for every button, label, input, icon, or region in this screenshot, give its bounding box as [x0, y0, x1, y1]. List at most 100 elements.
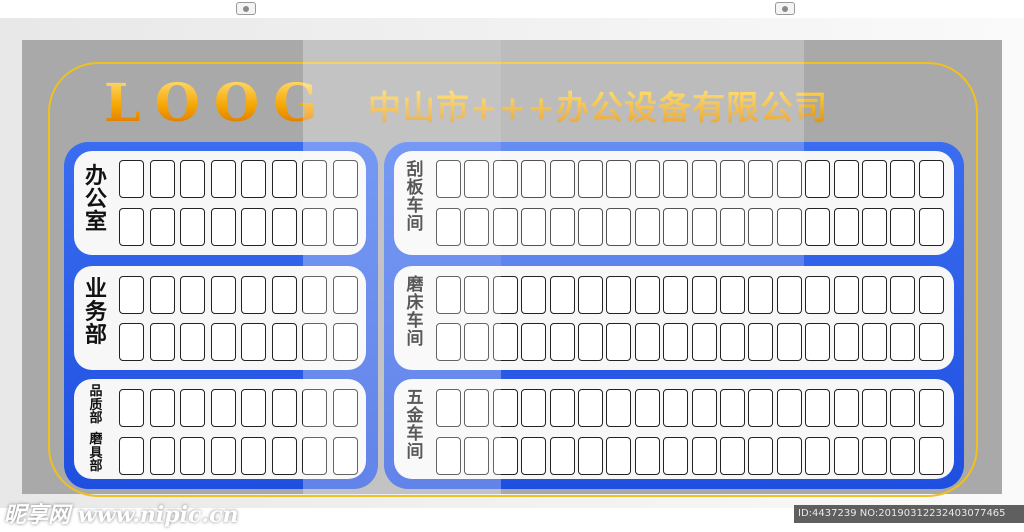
watermark: 昵享网 www.nipic.cn — [4, 502, 239, 528]
card-slot — [606, 208, 632, 246]
card-slot — [332, 160, 358, 198]
card-slot — [332, 437, 358, 475]
card-slot — [918, 437, 944, 475]
card-slot — [578, 208, 603, 246]
card-slot — [302, 208, 327, 246]
card-slot — [149, 208, 175, 246]
card-slot — [890, 208, 916, 246]
row-label-office: 办公室 — [84, 163, 107, 236]
card-slot — [691, 437, 717, 475]
image-id-strip: ID:4437239 NO:20190312232403077465 — [794, 505, 1024, 523]
card-slot — [302, 276, 327, 314]
card-slot — [241, 208, 266, 246]
card-slot — [634, 276, 660, 314]
card-slot — [210, 160, 236, 198]
card-slot — [691, 276, 717, 314]
card-slot — [776, 276, 802, 314]
card-slot — [302, 389, 327, 427]
card-slot — [436, 389, 461, 427]
card-slot — [691, 160, 717, 198]
hanging-hole-left — [236, 2, 256, 15]
card-slot — [210, 437, 236, 475]
card-slot — [464, 160, 490, 198]
card-slot — [149, 389, 175, 427]
card-slot — [271, 389, 297, 427]
card-slot — [606, 389, 632, 427]
card-slot — [606, 160, 632, 198]
card-slot — [210, 389, 236, 427]
card-slot — [492, 389, 518, 427]
card-slot — [805, 437, 831, 475]
card-slot — [436, 208, 461, 246]
card-slot — [492, 276, 518, 314]
card-slot — [119, 160, 144, 198]
card-slot — [663, 437, 689, 475]
row-label-scraper: 刮板车间 — [406, 160, 424, 234]
card-slot — [271, 208, 297, 246]
card-slot — [549, 389, 575, 427]
card-slot — [332, 323, 358, 361]
card-slot — [180, 437, 205, 475]
card-slot — [492, 160, 518, 198]
card-slot — [521, 437, 547, 475]
card-slot — [492, 437, 518, 475]
card-slot — [119, 276, 144, 314]
card-slot — [464, 323, 490, 361]
card-slot — [748, 276, 774, 314]
card-slot — [241, 389, 266, 427]
card-slot — [578, 276, 603, 314]
card-slot — [119, 208, 144, 246]
card-slot — [691, 323, 717, 361]
card-slot — [833, 437, 859, 475]
card-slot — [464, 389, 490, 427]
card-slot — [634, 389, 660, 427]
card-slot — [606, 437, 632, 475]
card-slot — [805, 208, 831, 246]
card-slot — [890, 389, 916, 427]
card-slot — [332, 389, 358, 427]
card-slot — [521, 389, 547, 427]
card-slot — [436, 160, 461, 198]
card-slot — [464, 437, 490, 475]
card-slot — [578, 160, 603, 198]
card-slot — [180, 208, 205, 246]
card-slot — [119, 389, 144, 427]
card-slot — [720, 208, 745, 246]
card-slot — [119, 437, 144, 475]
card-slot — [862, 323, 887, 361]
card-slot — [634, 323, 660, 361]
card-slot — [210, 323, 236, 361]
card-slot — [180, 276, 205, 314]
card-slot — [464, 208, 490, 246]
card-slot — [720, 437, 745, 475]
card-slot — [805, 276, 831, 314]
card-slot — [302, 437, 327, 475]
row-label-sales: 业务部 — [84, 276, 107, 349]
card-slot — [549, 160, 575, 198]
card-slot — [549, 208, 575, 246]
card-slot — [776, 323, 802, 361]
card-slot — [634, 208, 660, 246]
card-slot — [332, 208, 358, 246]
card-slot — [805, 389, 831, 427]
card-slot — [890, 160, 916, 198]
card-slot — [549, 276, 575, 314]
row-label-grinder: 磨床车间 — [406, 275, 424, 349]
card-slot — [549, 437, 575, 475]
card-slot — [918, 276, 944, 314]
row-label-mold: 磨具部 — [89, 432, 103, 475]
card-slot — [180, 323, 205, 361]
card-slot — [241, 437, 266, 475]
card-slot — [149, 160, 175, 198]
row-label-hardware: 五金车间 — [406, 388, 424, 462]
card-slot — [748, 208, 774, 246]
card-slot — [578, 389, 603, 427]
card-slot — [332, 276, 358, 314]
card-slot — [241, 276, 266, 314]
card-slot — [663, 208, 689, 246]
card-slot — [302, 323, 327, 361]
card-slot — [302, 160, 327, 198]
card-slot — [578, 437, 603, 475]
card-slot — [492, 208, 518, 246]
card-slot — [890, 323, 916, 361]
